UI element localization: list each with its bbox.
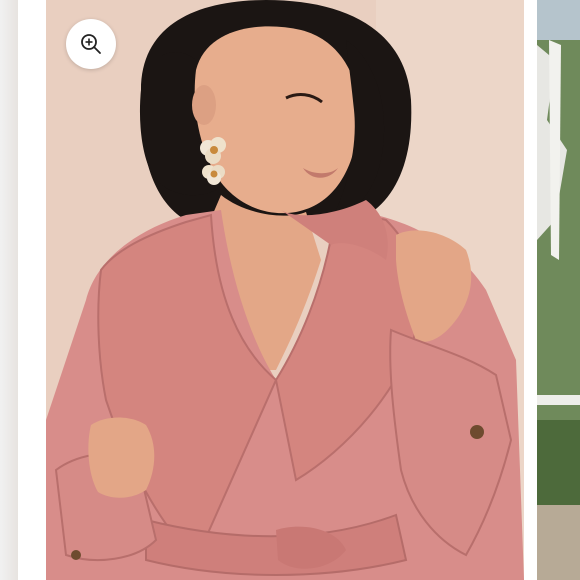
zoom-in-icon [81,34,101,54]
previous-image-edge[interactable] [0,0,18,580]
next-image-edge[interactable] [537,0,580,580]
product-photo [46,0,524,580]
zoom-button[interactable] [66,19,116,69]
next-photo [537,0,580,580]
product-image-main[interactable] [46,0,524,580]
